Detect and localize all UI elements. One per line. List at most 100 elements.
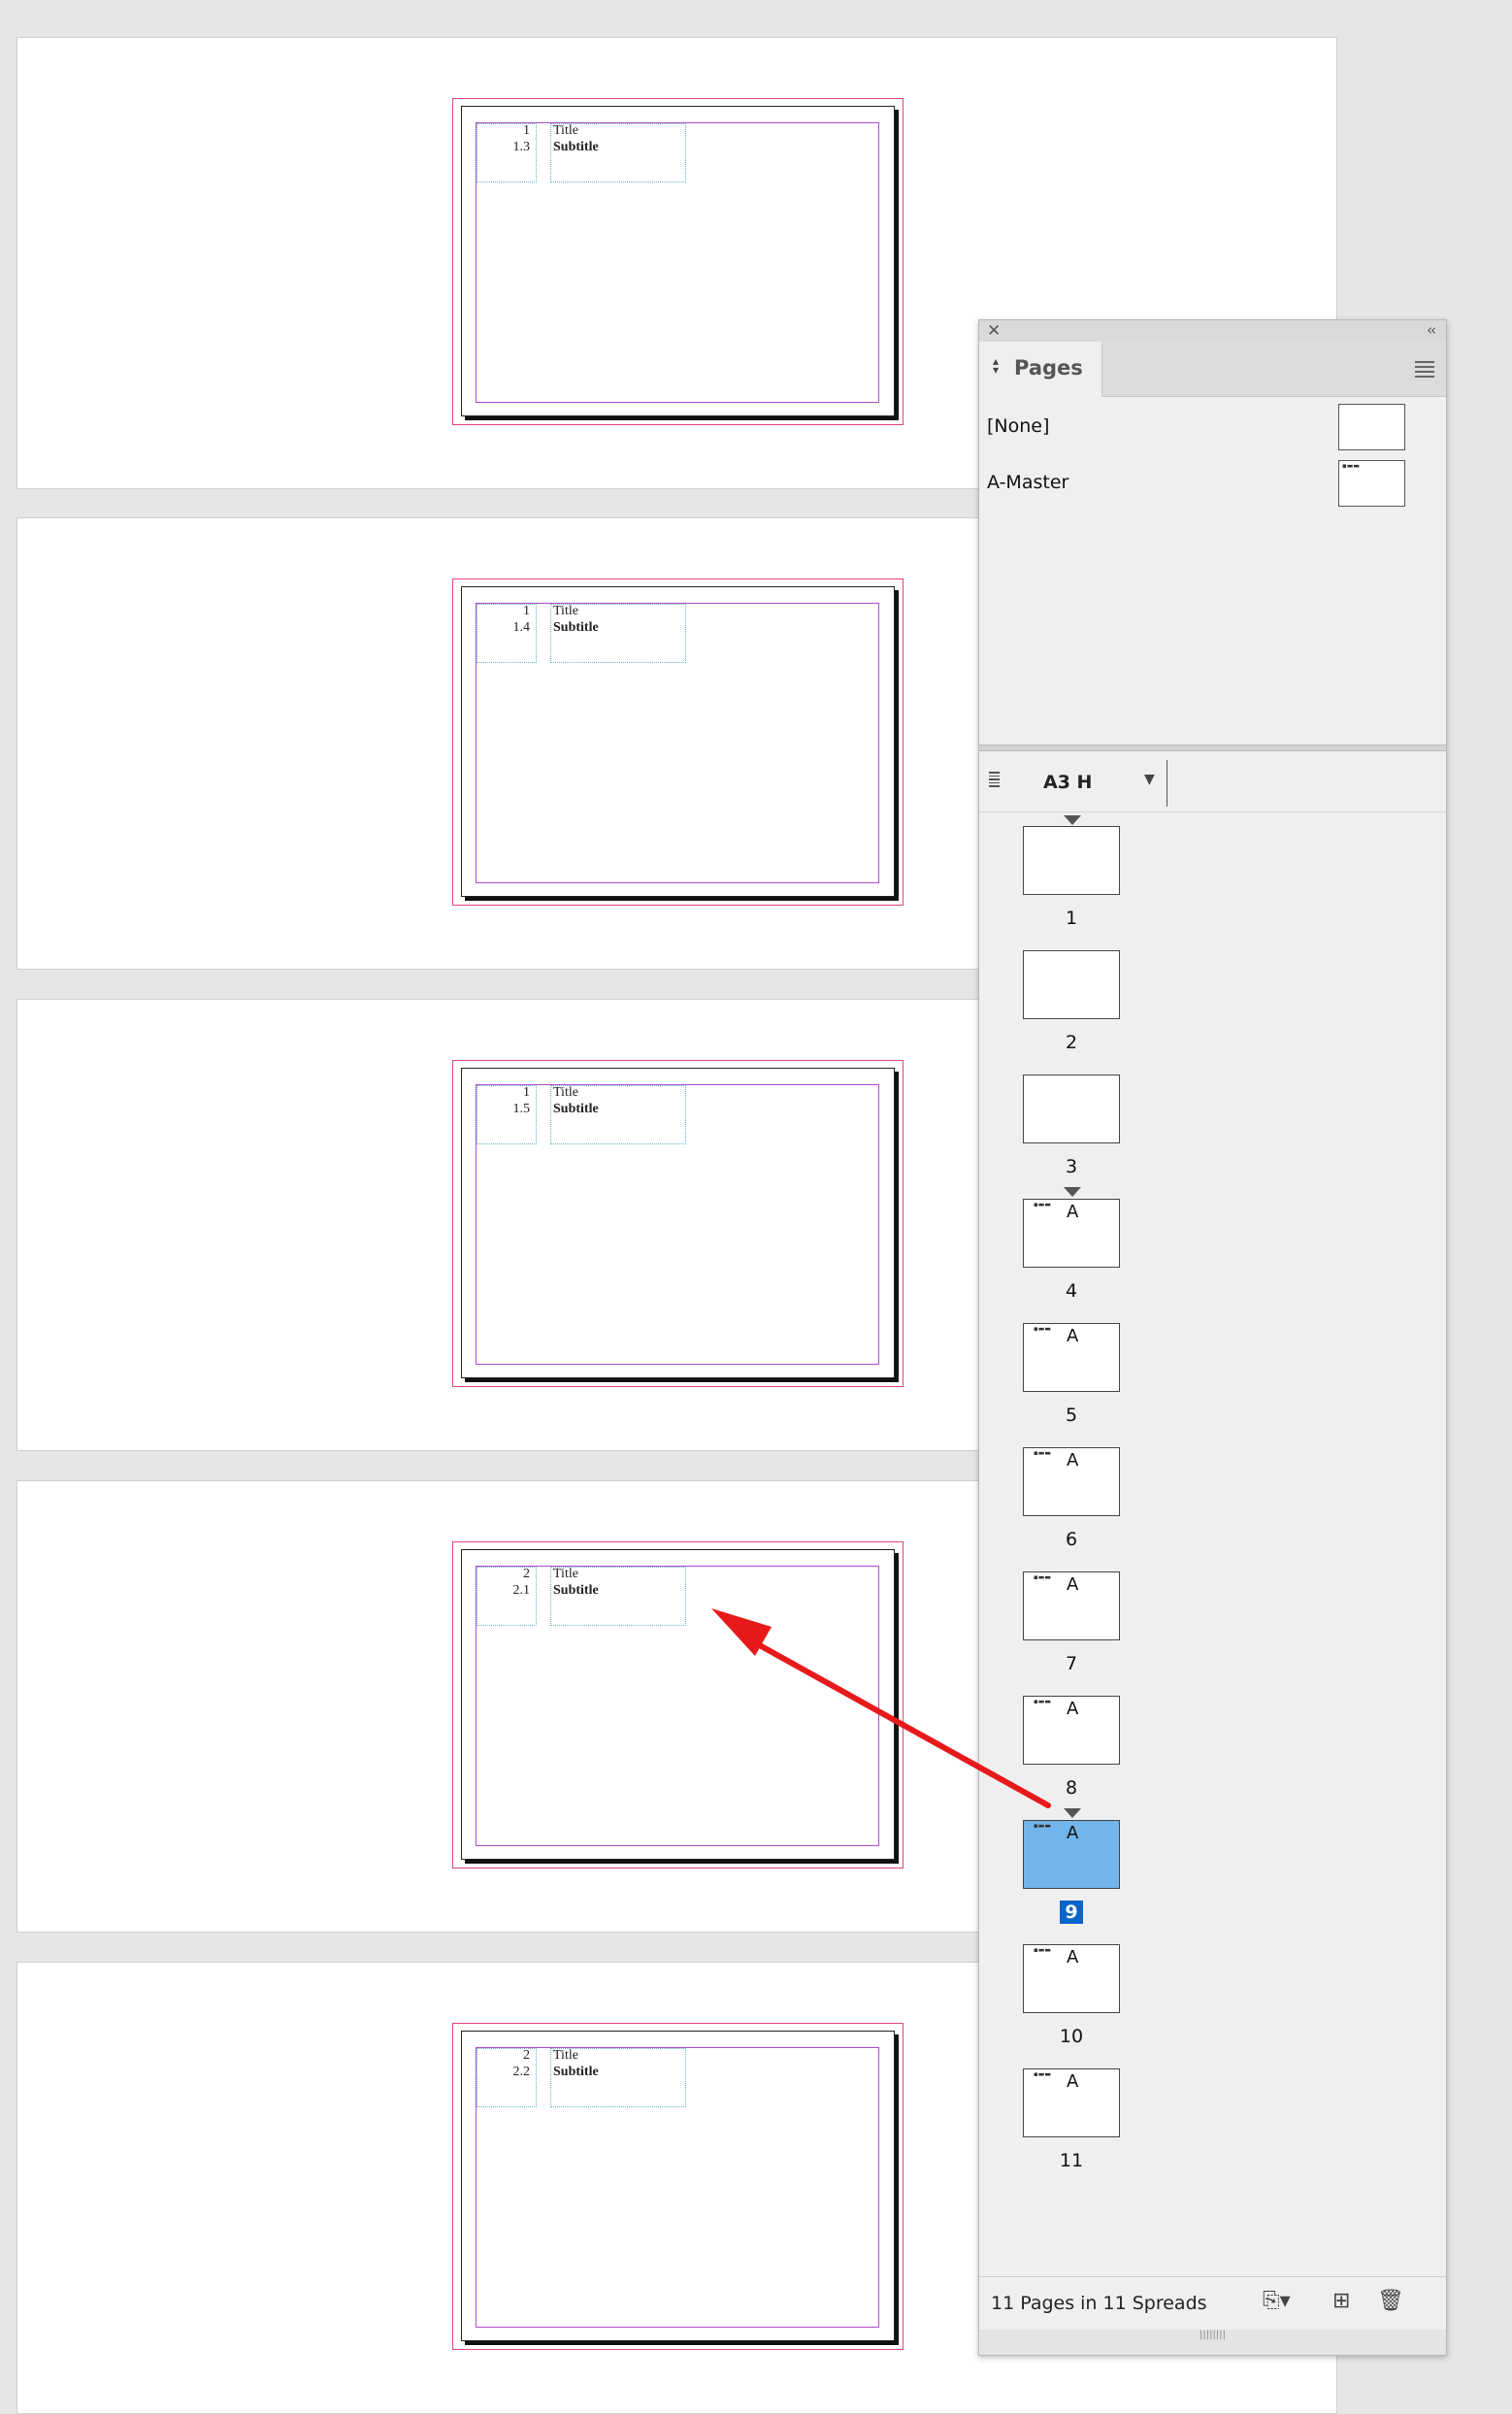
page-area: 2 2.1 Title Subtitle (461, 1549, 895, 1860)
section-number: 1.4 (512, 620, 531, 635)
page-thumbnail-9[interactable]: ▪▬▬ A (1023, 1820, 1120, 1889)
pages-panel: ✕ ‹‹ ▴ ▾ Pages [None] A-Master ▪▬▬ A3 H ▼… (978, 319, 1447, 2356)
title-text: Title (553, 123, 578, 138)
page-size-row: A3 H ▼ (979, 752, 1446, 812)
title-text: Title (553, 2048, 578, 2063)
chapter-number: 1 (523, 1085, 530, 1100)
section-number: 2.2 (512, 2065, 531, 2079)
master-prefix: A (1067, 1823, 1079, 1843)
spread-marker-icon (1064, 1808, 1081, 1818)
page-count-status: 11 Pages in 11 Spreads (991, 2293, 1207, 2314)
margin-guide: 2 2.1 Title Subtitle (476, 1566, 879, 1846)
number-text-frame[interactable]: 1 1.5 (477, 1085, 537, 1144)
number-text-frame[interactable]: 1 1.4 (477, 604, 537, 663)
margin-guide: 2 2.2 Title Subtitle (476, 2047, 879, 2328)
page-number-label: 6 (1065, 1529, 1078, 1550)
number-text-frame[interactable]: 1 1.3 (477, 123, 537, 182)
page-thumbnail-7[interactable]: ▪▬▬ A (1023, 1571, 1120, 1640)
master-thumbnail[interactable]: ▪▬▬ (1338, 460, 1405, 507)
subtitle-text: Subtitle (553, 1583, 599, 1598)
title-text-frame[interactable]: Title Subtitle (550, 2048, 686, 2107)
page-number-label: 4 (1065, 1280, 1078, 1302)
page-number-label: 7 (1065, 1653, 1078, 1674)
master-prefix: A (1067, 1699, 1079, 1719)
page-thumbnail-11[interactable]: ▪▬▬ A (1023, 2068, 1120, 2137)
collapse-icon[interactable]: ‹‹ (1427, 321, 1436, 339)
page-area: 1 1.5 Title Subtitle (461, 1068, 895, 1378)
page-number-label: 1 (1065, 908, 1078, 929)
subtitle-text: Subtitle (553, 1102, 599, 1116)
document-page[interactable]: 2 2.1 Title Subtitle (452, 1541, 904, 1868)
page-thumbnail-3[interactable] (1023, 1075, 1120, 1143)
frame-marks-icon: ▪▬▬ (1034, 1325, 1051, 1333)
title-text-frame[interactable]: Title Subtitle (550, 604, 686, 663)
subtitle-text: Subtitle (553, 140, 599, 154)
page-area: 2 2.2 Title Subtitle (461, 2031, 895, 2341)
page-area: 1 1.4 Title Subtitle (461, 586, 895, 897)
panel-split-divider[interactable] (979, 744, 1446, 751)
master-prefix: A (1067, 1574, 1079, 1595)
page-thumbnail-1[interactable] (1023, 826, 1120, 895)
page-thumbnail-5[interactable]: ▪▬▬ A (1023, 1323, 1120, 1392)
master-prefix: A (1067, 1326, 1079, 1346)
master-item-none[interactable]: [None] (979, 404, 1446, 452)
chevron-down-icon[interactable]: ▼ (1144, 772, 1155, 787)
edit-page-size-icon[interactable]: ⎘▾ (1263, 2289, 1291, 2313)
master-prefix: A (1067, 1947, 1079, 1968)
frame-marks-icon: ▪▬▬ (1034, 1822, 1051, 1830)
chapter-number: 1 (523, 123, 530, 138)
page-number-label-selected: 9 (1023, 1901, 1120, 1924)
trash-icon[interactable]: 🗑 (1377, 2289, 1404, 2313)
page-thumbnail-6[interactable]: ▪▬▬ A (1023, 1447, 1120, 1516)
master-prefix: A (1067, 2071, 1079, 2092)
master-prefix: A (1067, 1450, 1079, 1471)
document-page[interactable]: 1 1.3 Title Subtitle (452, 98, 904, 425)
tab-pages-label: Pages (1014, 356, 1083, 380)
page-number-label: 2 (1065, 1032, 1078, 1053)
frame-marks-icon: ▪▬▬ (1034, 1946, 1051, 1954)
number-text-frame[interactable]: 2 2.2 (477, 2048, 537, 2107)
panel-titlebar[interactable]: ✕ ‹‹ (979, 320, 1446, 343)
master-prefix: A (1067, 1202, 1079, 1222)
frame-marks-icon: ▪▬▬ (1034, 1698, 1051, 1705)
master-item-a-master[interactable]: A-Master ▪▬▬ (979, 460, 1446, 509)
document-page[interactable]: 1 1.4 Title Subtitle (452, 579, 904, 906)
section-number: 2.1 (512, 1583, 531, 1598)
page-size-icon (989, 772, 1000, 789)
frame-marks-icon: ▪▬▬ (1034, 2070, 1051, 2078)
page-number-label: 5 (1065, 1405, 1078, 1426)
frame-marks-icon: ▪▬▬ (1034, 1573, 1051, 1581)
page-thumbnail-8[interactable]: ▪▬▬ A (1023, 1696, 1120, 1765)
title-text: Title (553, 1085, 578, 1100)
subtitle-text: Subtitle (553, 2065, 599, 2079)
page-thumbnail-4[interactable]: ▪▬▬ A (1023, 1199, 1120, 1268)
master-label: A-Master (987, 472, 1069, 493)
master-thumbnail[interactable] (1338, 404, 1405, 450)
title-text-frame[interactable]: Title Subtitle (550, 1567, 686, 1626)
document-page[interactable]: 1 1.5 Title Subtitle (452, 1060, 904, 1387)
frame-marks-icon: ▪▬▬ (1342, 462, 1360, 470)
page-number-label: 11 (1059, 2150, 1084, 2171)
title-text-frame[interactable]: Title Subtitle (550, 123, 686, 182)
margin-guide: 1 1.5 Title Subtitle (476, 1084, 879, 1365)
spread-marker-icon (1064, 1187, 1081, 1197)
document-page[interactable]: 2 2.2 Title Subtitle (452, 2023, 904, 2350)
new-page-icon[interactable]: ⊞ (1332, 2289, 1350, 2313)
title-text: Title (553, 604, 578, 618)
page-number-label: 3 (1065, 1156, 1078, 1177)
panel-menu-icon[interactable] (1415, 361, 1434, 380)
title-text-frame[interactable]: Title Subtitle (550, 1085, 686, 1144)
page-size-value[interactable]: A3 H (1043, 772, 1092, 793)
panel-tab-row: ▴ ▾ Pages (979, 342, 1446, 397)
page-thumbnail-2[interactable] (1023, 950, 1120, 1019)
frame-marks-icon: ▪▬▬ (1034, 1449, 1051, 1457)
expand-arrows-icon: ▴ ▾ (993, 354, 1000, 377)
page-number-label: 8 (1065, 1777, 1078, 1799)
frame-marks-icon: ▪▬▬ (1034, 1201, 1051, 1208)
resize-grip[interactable]: |||||||| (979, 2330, 1446, 2355)
tab-pages[interactable]: ▴ ▾ Pages (979, 342, 1102, 397)
panel-status-bar: 11 Pages in 11 Spreads ⎘▾ ⊞ 🗑 (979, 2276, 1446, 2330)
page-thumbnail-10[interactable]: ▪▬▬ A (1023, 1944, 1120, 2013)
number-text-frame[interactable]: 2 2.1 (477, 1567, 537, 1626)
close-icon[interactable]: ✕ (987, 321, 1001, 341)
